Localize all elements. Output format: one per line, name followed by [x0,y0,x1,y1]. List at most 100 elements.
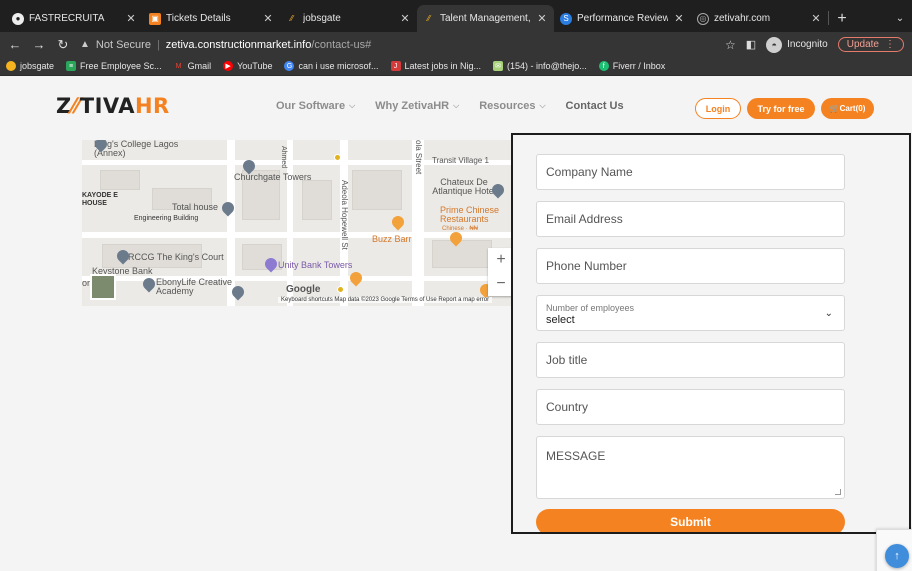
bookmark-inbox[interactable]: ✉ (154) - info@thejo... [493,61,587,71]
nav-contact-us[interactable]: Contact Us [566,100,624,112]
tab-label: FASTRECRUITA [29,13,105,24]
zoom-in-icon[interactable]: + [496,251,505,269]
nav-label: Why ZetivaHR [375,100,450,112]
map-label: Ahmed [280,146,287,169]
tab-label: zetivahr.com [714,13,771,24]
warning-icon: ▲ [80,39,90,50]
bookmark-label: jobsgate [20,61,55,71]
map-restaurant-pin-icon[interactable] [389,213,407,231]
map-attribution[interactable]: Keyboard shortcuts Map data ©2023 Google… [278,297,493,303]
bookmark-jobsgate[interactable]: jobsgate [6,61,54,71]
nav-our-software[interactable]: Our Software ⌵ [276,100,355,112]
map-label: Unity Bank Towers [278,260,353,270]
fiverr-icon: f [598,61,609,71]
globe-icon: ◎ [697,12,709,25]
tab-talent-management[interactable]: ⁄⁄ Talent Management, Comp ✕ [417,5,554,32]
map-label: Engineering Building [134,215,199,222]
select-value: select [546,313,575,326]
incognito-indicator[interactable]: ◓ Incognito [766,36,828,53]
map-label: KAYODE E HOUSE [82,192,118,207]
incognito-icon: ◓ [766,36,783,53]
address-bar[interactable]: ▲ Not Secure | zetiva.constructionmarket… [80,35,715,55]
map-label: Total house [172,202,219,212]
tab-search-chevron-icon[interactable]: ⌄ [888,5,912,32]
back-arrow-icon[interactable]: ← [8,37,22,52]
new-tab-plus-icon[interactable]: + [829,5,855,32]
map-restaurant-pin-icon[interactable] [347,269,365,287]
bookmark-label: (154) - info@thejo... [507,61,587,71]
close-icon[interactable]: ✕ [810,12,822,25]
youtube-icon: ▶ [223,61,234,71]
resize-grip-icon[interactable] [835,489,841,495]
try-for-free-button[interactable]: Try for free [747,98,815,119]
tab-zetivahr[interactable]: ◎ zetivahr.com ✕ [691,5,828,32]
bookmark-label: Latest jobs in Nig... [404,61,482,71]
cart-button[interactable]: 🛒Cart(0) [821,98,874,119]
map-label: Adeola Hopewell St [340,180,349,250]
bookmark-free-employee[interactable]: ≡ Free Employee Sc... [66,61,162,71]
phone-field[interactable]: Phone Number [536,248,845,284]
google-map[interactable]: King's College Lagos (Annex) Churchgate … [82,140,520,306]
nav-label: Resources [479,100,536,112]
country-field[interactable]: Country [536,389,845,425]
email-field[interactable]: Email Address [536,201,845,237]
tab-performance-review[interactable]: S Performance Review Softw ✕ [554,5,691,32]
address-separator: | [156,38,160,51]
side-panel-icon[interactable]: ◧ [746,38,756,51]
bookmark-label: Gmail [187,61,212,71]
tab-tickets-details[interactable]: ▣ Tickets Details ✕ [143,5,280,32]
chevron-down-icon: ⌄ [824,308,833,319]
company-name-field[interactable]: Company Name [536,154,845,190]
main-nav: Our Software ⌵ Why ZetivaHR ⌵ Resources ⌵ C… [276,100,624,112]
close-icon[interactable]: ✕ [536,12,548,25]
gmail-icon: M [175,62,182,70]
tab-jobsgate[interactable]: ⁄⁄ jobsgate ✕ [280,5,417,32]
chevron-down-icon: ⌵ [453,101,460,110]
update-button[interactable]: Update ⋮ [837,37,904,52]
reload-icon[interactable]: ↻ [56,37,70,53]
map-label: Buzz Barr [372,234,412,244]
google-icon: G [284,61,295,71]
field-placeholder: Company Name [546,165,633,179]
bookmark-latest-jobs[interactable]: J Latest jobs in Nig... [390,61,482,71]
security-label: Not Secure [95,38,151,51]
forward-arrow-icon[interactable]: → [32,37,46,52]
employees-select[interactable]: Number of employees select ⌄ [536,295,845,331]
submit-button[interactable]: Submit [536,509,845,532]
zoom-out-icon[interactable]: − [496,275,505,293]
bookmark-youtube[interactable]: ▶ YouTube [223,61,272,71]
browser-tab-strip: ● FASTRECRUITA ✕ ▣ Tickets Details ✕ ⁄⁄ … [0,0,912,32]
login-button[interactable]: Login [695,98,741,119]
bookmark-gmail[interactable]: M Gmail [174,61,212,71]
close-icon[interactable]: ✕ [125,12,137,25]
tab-fastrecruita[interactable]: ● FASTRECRUITA ✕ [6,5,143,32]
browser-toolbar: ← → ↻ ▲ Not Secure | zetiva.construction… [0,32,912,57]
message-textarea[interactable]: MESSAGE [536,436,845,499]
map-label: Transit Village 1 [432,156,489,165]
google-logo: Google [286,284,321,295]
bookmark-label: YouTube [237,61,273,71]
bookmark-can-i-use[interactable]: Gcan i use microsof... [284,61,379,71]
map-label: Churchgate Towers [234,172,312,182]
nav-why-zetivahr[interactable]: Why ZetivaHR ⌵ [375,100,459,112]
map-label: or [82,278,91,288]
jobsgate-icon [6,61,16,71]
star-bookmark-icon[interactable]: ☆ [725,38,736,52]
map-satellite-toggle[interactable] [90,274,116,300]
close-icon[interactable]: ✕ [399,12,411,25]
map-label: Chateux De Atlantique Hotel [432,177,496,196]
nav-label: Contact Us [565,100,624,112]
zetivahr-logo[interactable]: Z⁄⁄TIVAHR [56,94,170,118]
bookmark-label: can i use microsof... [298,61,379,71]
close-icon[interactable]: ✕ [673,12,685,25]
bookmark-fiverr[interactable]: f Fiverr / Inbox [598,61,665,71]
logo-mark: ⁄⁄ [71,94,80,118]
tickets-icon: ▣ [149,12,161,25]
close-icon[interactable]: ✕ [262,12,274,25]
map-marker-dot [337,286,344,293]
chat-bubble-icon[interactable]: ↑ [885,544,909,568]
field-placeholder: MESSAGE [546,449,606,463]
nav-resources[interactable]: Resources ⌵ [479,100,545,112]
field-placeholder: Email Address [546,212,623,226]
job-title-field[interactable]: Job title [536,342,845,378]
